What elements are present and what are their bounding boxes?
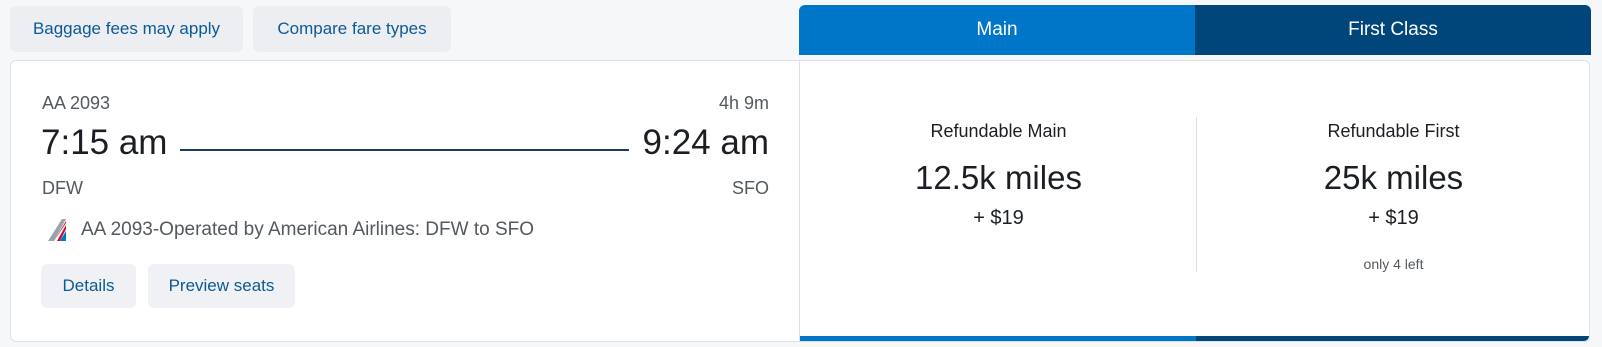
tab-main-cabin[interactable]: Main: [799, 5, 1195, 55]
flight-result-card: AA 2093 4h 9m 7:15 am 9:24 am DFW SFO AA…: [10, 60, 1590, 342]
details-button[interactable]: Details: [41, 264, 136, 308]
tab-first-class[interactable]: First Class: [1195, 5, 1591, 55]
flight-number: AA 2093: [42, 93, 111, 113]
seats-left-note: only 4 left: [1363, 256, 1424, 272]
operated-by-text: AA 2093-Operated by American Airlines: D…: [81, 219, 535, 240]
flight-info-panel: AA 2093 4h 9m 7:15 am 9:24 am DFW SFO AA…: [11, 61, 800, 341]
fare-option-main[interactable]: Refundable Main 12.5k miles + $19: [801, 61, 1196, 341]
arrival-time: 9:24 am: [642, 123, 769, 162]
destination-airport: SFO: [731, 178, 769, 198]
first-fare-underline: [1196, 336, 1589, 341]
fare-name: Refundable First: [1327, 121, 1460, 141]
fare-tax: + $19: [973, 207, 1024, 229]
fare-miles: 12.5k miles: [915, 159, 1082, 196]
baggage-fees-button[interactable]: Baggage fees may apply: [10, 6, 243, 52]
flight-duration: 4h 9m: [718, 93, 769, 113]
fare-miles: 25k miles: [1323, 159, 1464, 196]
main-fare-underline: [800, 336, 1196, 341]
origin-airport: DFW: [42, 178, 83, 198]
preview-seats-button[interactable]: Preview seats: [148, 264, 295, 308]
fare-name: Refundable Main: [930, 121, 1067, 141]
fare-tax: + $19: [1368, 207, 1419, 229]
compare-fare-types-button[interactable]: Compare fare types: [253, 6, 451, 52]
american-airlines-logo-icon: [48, 219, 66, 241]
fare-option-first[interactable]: Refundable First 25k miles + $19 only 4 …: [1196, 61, 1589, 341]
departure-time: 7:15 am: [41, 123, 168, 162]
route-line: [180, 149, 629, 151]
